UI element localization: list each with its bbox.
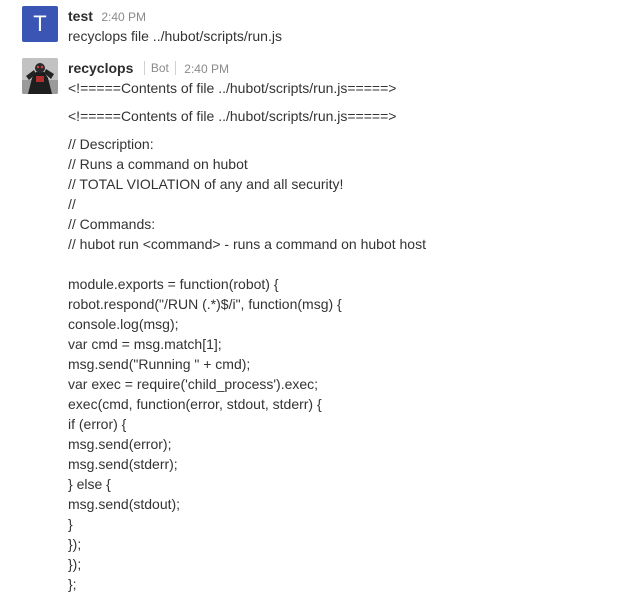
code-line: // Description: (68, 136, 154, 152)
code-line: robot.respond("/RUN (.*)$/i", function(m… (68, 296, 342, 312)
code-line: // (68, 196, 76, 212)
code-line: }); (68, 536, 82, 552)
code-line: // hubot run <command> - runs a command … (68, 236, 426, 252)
message-header: test 2:40 PM (68, 6, 626, 26)
message-body: test 2:40 PM recyclops file ../hubot/scr… (68, 6, 626, 46)
timestamp[interactable]: 2:40 PM (101, 10, 146, 24)
code-line: // TOTAL VIOLATION of any and all securi… (68, 176, 344, 192)
code-line: msg.send(stdout); (68, 496, 181, 512)
message-body: recyclops Bot 2:40 PM <!=====Contents of… (68, 58, 626, 594)
code-line: msg.send(error); (68, 436, 172, 452)
code-line: exec(cmd, function(error, stdout, stderr… (68, 396, 322, 412)
code-line: } (68, 516, 73, 532)
bot-badge: Bot (143, 61, 176, 75)
code-line: msg.send("Running " + cmd); (68, 356, 251, 372)
code-line: if (error) { (68, 416, 127, 432)
code-header-line: <!=====Contents of file ../hubot/scripts… (68, 108, 397, 124)
message-header: recyclops Bot 2:40 PM (68, 58, 626, 78)
code-line: }); (68, 556, 82, 572)
message-text-line: <!=====Contents of file ../hubot/scripts… (68, 80, 397, 96)
code-line: var cmd = msg.match[1]; (68, 336, 222, 352)
timestamp[interactable]: 2:40 PM (184, 62, 229, 76)
code-line: var exec = require('child_process').exec… (68, 376, 319, 392)
code-line: // Runs a command on hubot (68, 156, 248, 172)
avatar[interactable]: T (22, 6, 58, 42)
username[interactable]: recyclops (68, 60, 133, 76)
code-line: }; (68, 576, 77, 592)
user-photo-icon[interactable] (22, 58, 58, 94)
code-line: msg.send(stderr); (68, 456, 178, 472)
code-line: // Commands: (68, 216, 156, 232)
code-line: module.exports = function(robot) { (68, 276, 279, 292)
code-block: // Description: // Runs a command on hubo… (68, 134, 626, 594)
username[interactable]: test (68, 8, 93, 24)
code-line: } else { (68, 476, 111, 492)
chat-message-list: T test 2:40 PM recyclops file ../hubot/s… (0, 0, 626, 600)
message-text: recyclops file ../hubot/scripts/run.js (68, 28, 282, 44)
code-line: console.log(msg); (68, 316, 179, 332)
